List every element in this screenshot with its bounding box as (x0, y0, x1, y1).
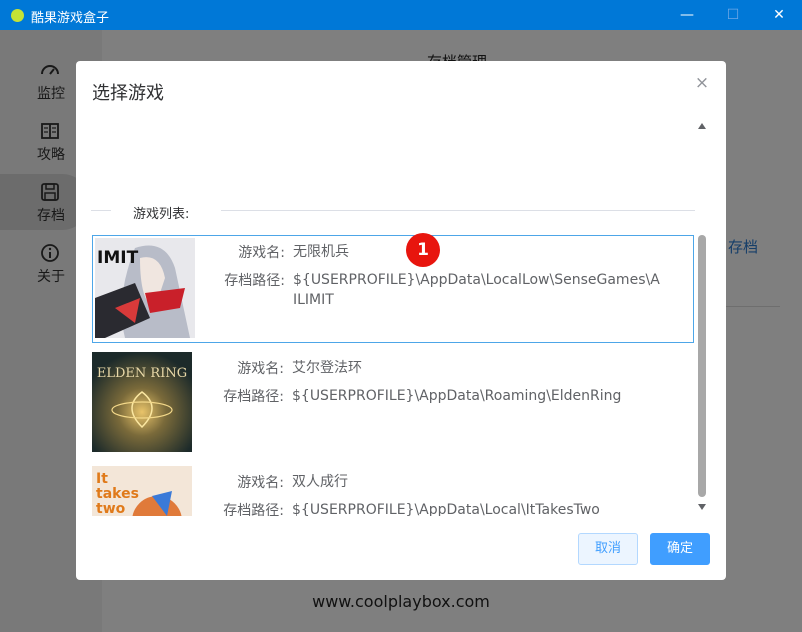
divider (91, 210, 111, 211)
game-item-it-takes-two[interactable]: It takes two 游戏名: 双人成行 存档路径: ${USERPROFI… (92, 466, 694, 516)
game-list: 游戏列表: IMIT 游戏名: 无限机兵 存档路径: ${USERPROFILE… (91, 118, 709, 516)
close-icon[interactable]: × (693, 74, 711, 92)
game-cover-text: ELDEN RING (96, 366, 188, 381)
confirm-button[interactable]: 确定 (650, 533, 710, 565)
game-cover-image: ELDEN RING (92, 352, 192, 452)
game-item-elden-ring[interactable]: ELDEN RING 游戏名: 艾尔登法环 存档路径: ${USERPROFIL… (92, 352, 694, 460)
save-path-label: 存档路径: (223, 503, 284, 516)
game-name: 艾尔登法环 (292, 360, 362, 376)
footer-url: www.coolplaybox.com (312, 592, 490, 611)
game-cover-image: It takes two (92, 466, 192, 516)
maximize-button[interactable]: ☐ (710, 0, 756, 30)
game-cover-text: IMIT (97, 248, 139, 268)
save-path: ${USERPROFILE}\AppData\LocalLow\SenseGam… (293, 272, 660, 308)
save-path-label: 存档路径: (223, 389, 284, 405)
select-game-dialog: 选择游戏 × 游戏列表: IMIT 游戏名: 无限机兵 存档路径: ${USER… (76, 61, 726, 580)
step-number-badge: 1 (406, 233, 440, 267)
game-cover-image: IMIT (95, 238, 195, 338)
game-name-label: 游戏名: (237, 475, 284, 491)
game-name-label: 游戏名: (237, 361, 284, 377)
close-window-button[interactable]: ✕ (756, 0, 802, 30)
title-bar: 酷果游戏盒子 — ☐ ✕ (0, 0, 802, 30)
game-list-label: 游戏列表: (131, 203, 192, 222)
game-cover-text: It takes two (96, 471, 139, 517)
game-name-label: 游戏名: (238, 245, 285, 261)
window-title: 酷果游戏盒子 (31, 11, 110, 26)
save-path-label: 存档路径: (224, 273, 285, 289)
cancel-button[interactable]: 取消 (578, 533, 638, 565)
app-logo-icon (11, 9, 24, 22)
game-name: 无限机兵 (293, 244, 349, 260)
save-path: ${USERPROFILE}\AppData\Local\ItTakesTwo (292, 502, 600, 516)
save-path: ${USERPROFILE}\AppData\Roaming\EldenRing (292, 388, 622, 404)
scroll-down-icon[interactable] (698, 504, 706, 510)
dialog-title: 选择游戏 (92, 83, 164, 104)
list-scrollbar[interactable] (696, 121, 708, 513)
minimize-button[interactable]: — (664, 0, 710, 30)
scroll-up-icon[interactable] (698, 123, 706, 129)
game-item-ailimit[interactable]: IMIT 游戏名: 无限机兵 存档路径: ${USERPROFILE}\AppD… (92, 235, 694, 343)
game-name: 双人成行 (292, 474, 348, 490)
divider (221, 210, 695, 211)
scroll-thumb[interactable] (698, 235, 706, 497)
